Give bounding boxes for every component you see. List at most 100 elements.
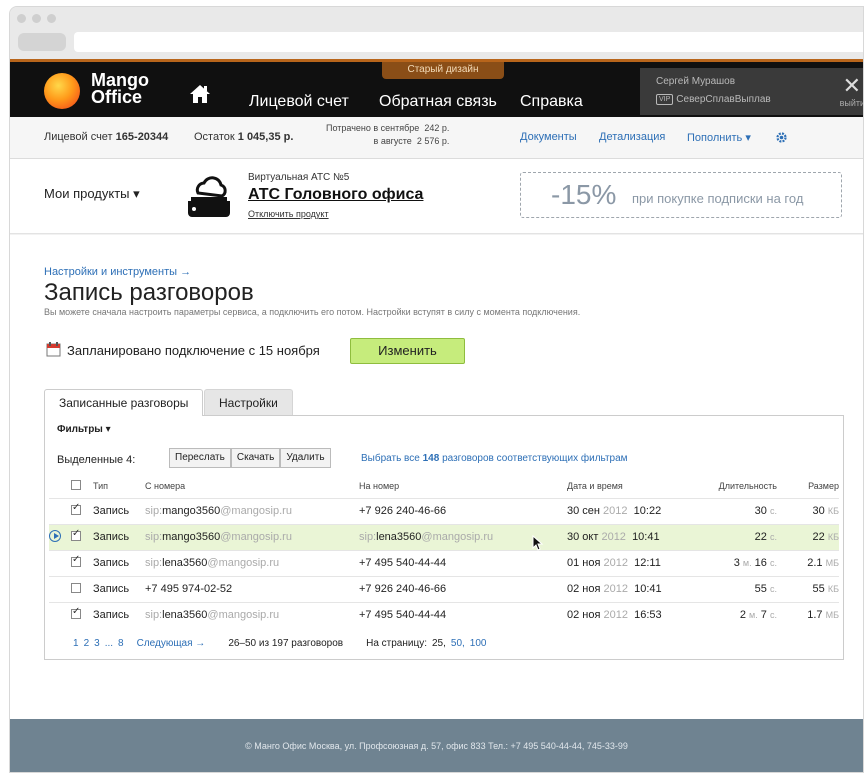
recordings-panel: Фильтры ▾ Выделенные 4: Переслать Скачат… xyxy=(44,415,844,660)
from-main: +7 495 974-02-52 xyxy=(145,583,233,595)
page-range: 26–50 из 197 разговоров xyxy=(228,638,344,649)
col-size[interactable]: Размер xyxy=(777,474,839,498)
per-page-100[interactable]: 100 xyxy=(470,638,487,649)
row-to: +7 926 240-46-66 xyxy=(359,497,567,524)
per-page-50[interactable]: 50, xyxy=(451,638,465,649)
row-duration: 2 м. 7 с. xyxy=(685,601,777,628)
logo-text[interactable]: Mango Office xyxy=(91,71,149,107)
row-checkbox[interactable] xyxy=(71,606,81,619)
promo-percent: -15% xyxy=(551,179,617,210)
size-value: 30 xyxy=(812,505,825,517)
nav-account[interactable]: Лицевой счет xyxy=(249,93,349,111)
user-name[interactable]: Сергей Мурашов xyxy=(656,76,735,87)
size-value: 22 xyxy=(812,531,825,543)
page-link[interactable]: 3 xyxy=(94,638,100,649)
gear-icon[interactable] xyxy=(775,131,788,144)
row-type: Запись xyxy=(93,549,145,576)
details-link[interactable]: Детализация xyxy=(599,131,665,143)
dur-sec-unit: с. xyxy=(769,584,777,594)
breadcrumb[interactable]: Настройки и инструменты → xyxy=(44,266,191,278)
nav-feedback[interactable]: Обратная связь xyxy=(379,93,497,111)
address-bar[interactable] xyxy=(74,32,863,52)
from-domain: @mangosip.ru xyxy=(207,557,280,569)
window-dot-maximize[interactable] xyxy=(47,14,56,23)
per-page-25[interactable]: 25, xyxy=(432,638,446,649)
select-all-count: 148 xyxy=(422,453,440,464)
tab-recorded-calls[interactable]: Записанные разговоры xyxy=(44,389,204,416)
table-row[interactable]: Запись +7 495 974-02-52 +7 926 240-46-66… xyxy=(49,575,839,602)
spending-info: Потрачено в сентябре 242 р. в августе 2 … xyxy=(326,122,449,148)
promo-banner[interactable]: -15% при покупке подписки на год xyxy=(520,172,842,218)
row-from: sip:mango3560@mangosip.ru xyxy=(145,523,359,550)
forward-button[interactable]: Переслать xyxy=(169,448,231,468)
browser-tab[interactable] xyxy=(18,33,66,51)
bulk-actions: Переслать Скачать Удалить xyxy=(169,448,331,468)
page-link[interactable]: 8 xyxy=(118,638,124,649)
col-from[interactable]: С номера xyxy=(145,474,359,498)
from-domain: @mangosip.ru xyxy=(220,505,292,517)
from-prefix: sip: xyxy=(145,531,163,543)
select-all-checkbox[interactable] xyxy=(71,479,81,490)
col-to[interactable]: На номер xyxy=(359,474,567,498)
filters-dropdown[interactable]: Фильтры ▾ xyxy=(57,424,111,435)
browser-window: Mango Office Лицевой счет Обратная связь… xyxy=(9,6,864,773)
table-row[interactable]: Запись sip:mango3560@mangosip.ru +7 926 … xyxy=(49,497,839,524)
row-size: 2.1 МБ xyxy=(777,549,839,576)
main-content: Настройки и инструменты → Запись разгово… xyxy=(10,235,863,719)
product-title[interactable]: АТС Головного офиса xyxy=(248,186,423,204)
spent-sep-value: 242 р. xyxy=(424,123,450,133)
logout-link[interactable]: выйти xyxy=(840,98,863,108)
row-year: 2012 xyxy=(603,557,628,569)
play-icon[interactable] xyxy=(49,529,61,542)
browser-chrome xyxy=(10,7,863,59)
old-design-link[interactable]: Старый дизайн xyxy=(382,62,504,79)
logo-line-2: Office xyxy=(91,87,143,107)
page-link[interactable]: 1 xyxy=(73,638,79,649)
table-row-highlighted[interactable]: Запись sip:mango3560@mangosip.ru sip:len… xyxy=(49,523,839,550)
change-button[interactable]: Изменить xyxy=(350,338,465,364)
row-checkbox[interactable] xyxy=(71,554,81,567)
size-value: 1.7 xyxy=(807,609,823,622)
row-datetime: 30 сен 2012 10:22 xyxy=(567,497,685,524)
row-time: 10:22 xyxy=(633,505,662,517)
mango-logo-icon[interactable] xyxy=(44,73,80,109)
next-page-link[interactable]: Следующая → xyxy=(137,638,206,649)
table-header-row: Тип С номера На номер Дата и время Длите… xyxy=(49,474,839,498)
select-all-link[interactable]: Выбрать все 148 разговоров соответствующ… xyxy=(361,453,628,464)
from-main: mango3560 xyxy=(162,505,221,517)
close-icon[interactable]: ✕ xyxy=(843,75,861,97)
table-row[interactable]: Запись sip:lena3560@mangosip.ru +7 495 5… xyxy=(49,549,839,576)
download-button[interactable]: Скачать xyxy=(230,448,281,468)
my-products-menu[interactable]: Мои продукты ▾ xyxy=(44,186,140,202)
page-link[interactable]: 2 xyxy=(84,638,90,649)
row-from: sip:mango3560@mangosip.ru xyxy=(145,497,359,524)
user-company: VIP СеверСплавВыплав xyxy=(656,94,771,105)
nav-help[interactable]: Справка xyxy=(520,93,583,111)
row-size: 1.7 МБ xyxy=(777,601,839,628)
window-dot-close[interactable] xyxy=(17,14,26,23)
dur-sec-unit: с. xyxy=(769,506,777,516)
row-size: 22 КБ xyxy=(777,523,839,550)
row-checkbox[interactable] xyxy=(71,502,81,515)
row-checkbox[interactable] xyxy=(71,528,81,541)
account-info: Лицевой счет 165-20344 xyxy=(44,131,168,143)
col-type[interactable]: Тип xyxy=(93,474,145,498)
from-prefix: sip: xyxy=(145,557,163,569)
dur-sec: 22 xyxy=(754,531,767,543)
topup-link[interactable]: Пополнить ▾ xyxy=(687,131,751,144)
home-icon[interactable] xyxy=(189,84,211,104)
table-row[interactable]: Запись sip:lena3560@mangosip.ru +7 495 5… xyxy=(49,601,839,628)
row-checkbox[interactable] xyxy=(71,582,81,593)
row-date: 30 окт xyxy=(567,531,599,543)
col-datetime[interactable]: Дата и время xyxy=(567,474,685,498)
row-date: 02 ноя xyxy=(567,609,601,622)
disable-product-link[interactable]: Отключить продукт xyxy=(248,209,329,219)
row-time: 10:41 xyxy=(634,583,662,595)
row-type: Запись xyxy=(93,497,145,524)
balance-value: 1 045,35 р. xyxy=(237,131,294,143)
window-dot-minimize[interactable] xyxy=(32,14,41,23)
documents-link[interactable]: Документы xyxy=(520,131,577,143)
delete-button[interactable]: Удалить xyxy=(280,448,331,468)
col-duration[interactable]: Длительность xyxy=(685,474,777,498)
tab-settings[interactable]: Настройки xyxy=(204,389,293,415)
